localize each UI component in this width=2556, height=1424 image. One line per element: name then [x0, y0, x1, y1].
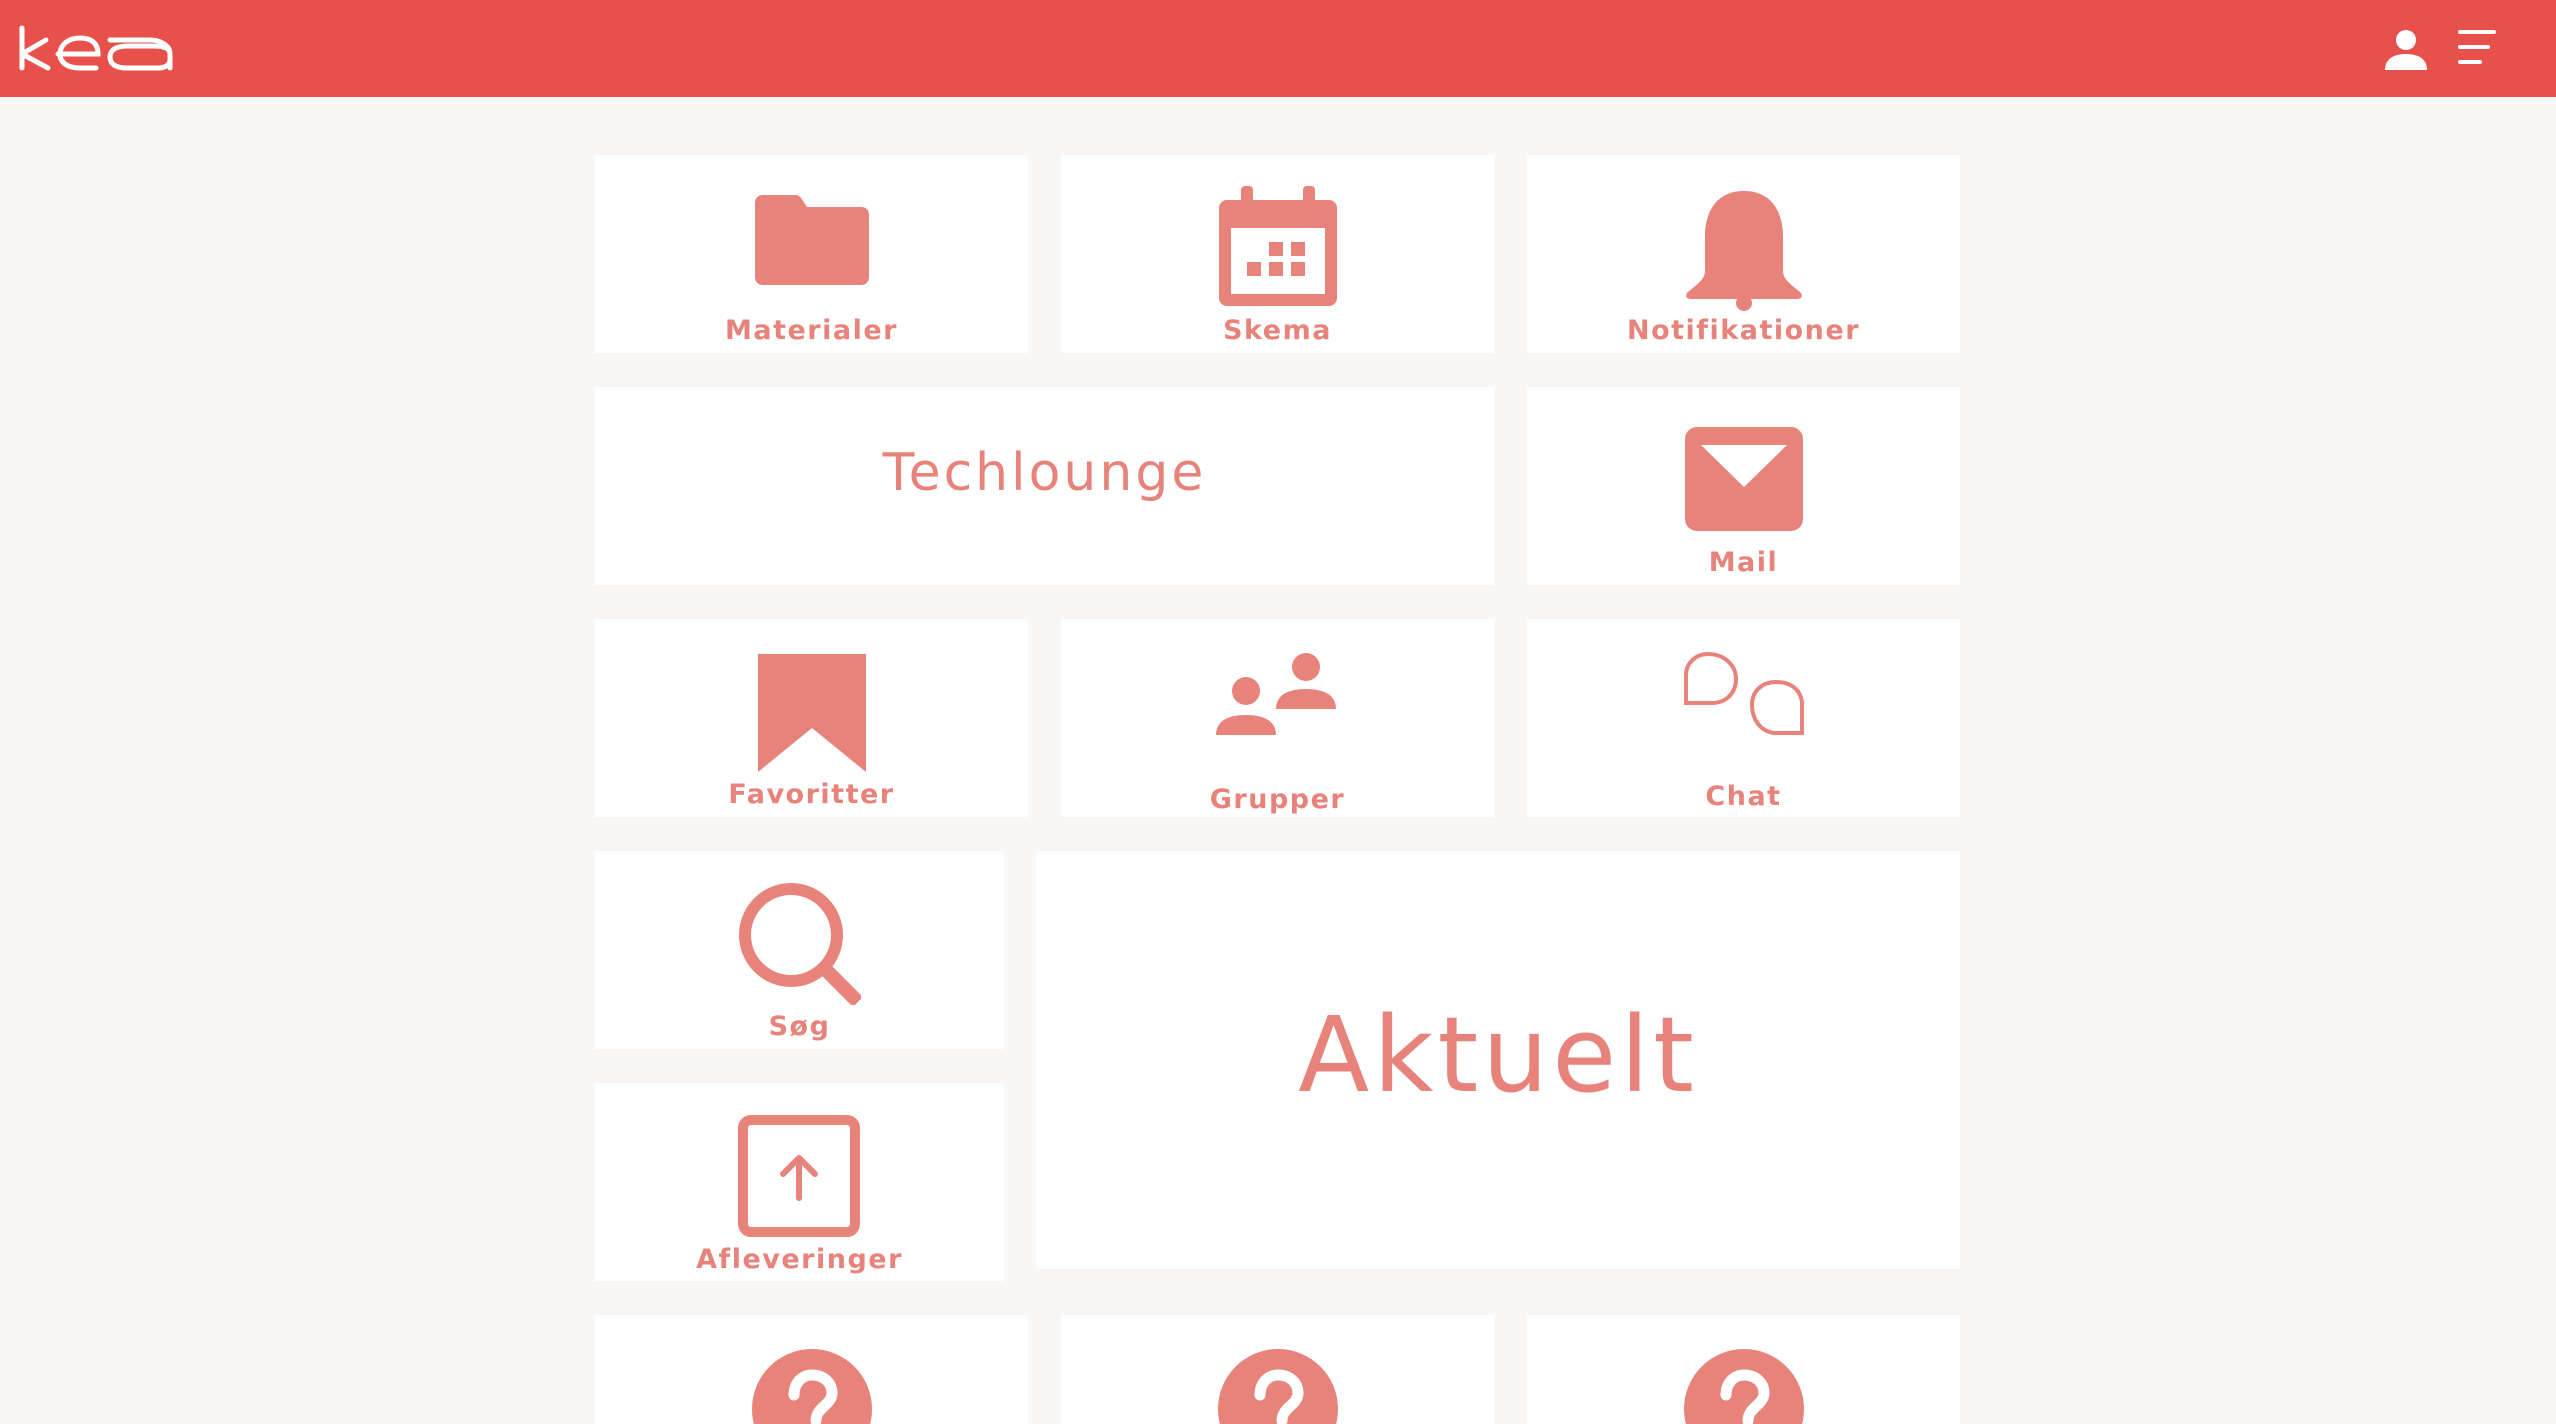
tile-label: Aktuelt [1298, 994, 1698, 1116]
question-mark-icon [1684, 1349, 1804, 1424]
tile-materialer[interactable]: Materialer [595, 155, 1028, 353]
tile-label: Afleveringer [696, 1244, 903, 1275]
top-header: kea [0, 0, 2556, 97]
tile-label: Grupper [1209, 784, 1346, 815]
folder-icon [755, 195, 869, 285]
tile-label: Søg [768, 1011, 831, 1042]
tile-label: Favoritter [728, 779, 895, 810]
bell-icon [1686, 191, 1802, 311]
tile-unknown-2[interactable] [1061, 1315, 1494, 1424]
tile-aktuelt[interactable]: Aktuelt [1036, 851, 1960, 1269]
envelope-icon [1685, 427, 1803, 531]
tile-label: Techlounge [882, 443, 1207, 503]
kea-logo[interactable]: kea [18, 22, 178, 74]
tile-label: Skema [1223, 315, 1332, 346]
tile-favoritter[interactable]: Favoritter [595, 619, 1028, 817]
tile-notifikationer[interactable]: Notifikationer [1527, 155, 1960, 353]
tile-unknown-1[interactable] [595, 1315, 1028, 1424]
tile-grupper[interactable]: Grupper [1061, 619, 1494, 817]
tile-unknown-3[interactable] [1527, 1315, 1960, 1424]
tile-chat[interactable]: Chat [1527, 619, 1960, 817]
user-icon[interactable] [2383, 26, 2429, 72]
tile-soeg[interactable]: Søg [595, 851, 1004, 1049]
group-icon [1216, 653, 1336, 735]
tile-label: Mail [1708, 547, 1779, 578]
tile-label: Chat [1705, 781, 1782, 812]
question-mark-icon [1218, 1349, 1338, 1424]
tile-label: Materialer [725, 315, 898, 346]
tile-skema[interactable]: Skema [1061, 155, 1494, 353]
bookmark-icon [758, 654, 866, 772]
tile-mail[interactable]: Mail [1527, 387, 1960, 585]
tile-techlounge[interactable]: Techlounge [595, 387, 1494, 585]
calendar-icon [1219, 186, 1337, 306]
chat-bubbles-icon [1684, 651, 1804, 735]
upload-icon [738, 1115, 860, 1237]
question-mark-icon [752, 1349, 872, 1424]
hamburger-menu-icon[interactable] [2456, 28, 2500, 68]
tile-afleveringer[interactable]: Afleveringer [595, 1083, 1004, 1281]
search-icon [739, 883, 861, 1005]
tile-label: Notifikationer [1626, 315, 1861, 346]
